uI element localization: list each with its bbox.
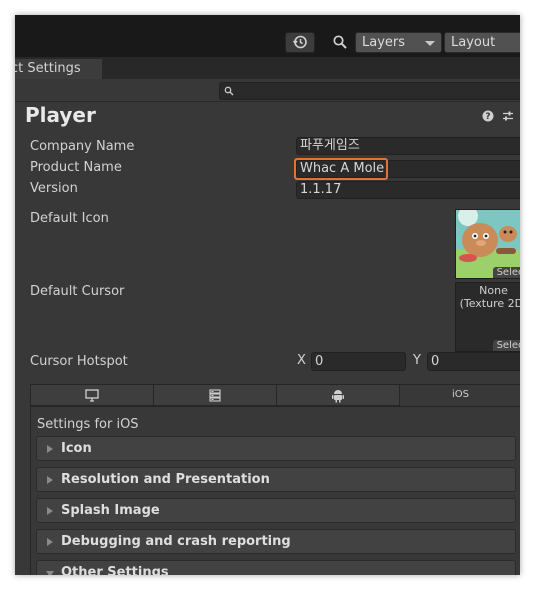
tab-label: ect Settings [15,61,81,76]
history-button[interactable] [285,32,315,53]
default-cursor-label: Default Cursor [30,284,125,299]
search-button[interactable] [325,32,355,53]
default-icon-picker[interactable]: Select [455,209,520,279]
company-name-label: Company Name [30,139,135,154]
tab-bar: ect Settings [15,57,520,79]
section-splash-image[interactable]: Splash Image [36,498,516,523]
hotspot-x-label: X [297,353,306,368]
version-field[interactable]: 1.1.17 [296,181,520,199]
cursor-hotspot-label: Cursor Hotspot [30,354,128,369]
history-icon [292,35,307,49]
search-row [15,79,520,102]
version-label: Version [30,181,78,196]
chevron-right-icon [47,507,53,515]
section-other-settings[interactable]: Other Settings [36,560,516,575]
section-debugging[interactable]: Debugging and crash reporting [36,529,516,554]
monitor-icon [85,389,99,402]
preset-settings-icon[interactable] [502,110,514,122]
android-icon [332,390,344,403]
search-icon [224,86,234,96]
chevron-right-icon [47,538,53,546]
layers-dropdown[interactable]: Layers [355,32,442,53]
server-icon [209,389,221,402]
tab-ios-label: iOS [452,389,469,400]
search-icon [333,35,347,49]
focus-highlight [294,158,388,180]
toolbar: Layers Layout [15,15,520,57]
section-resolution[interactable]: Resolution and Presentation [36,467,516,492]
chevron-down-icon [425,41,435,46]
platform-tabs: iOS [30,384,520,406]
tab-project-settings[interactable]: ect Settings [15,59,102,79]
help-icon[interactable]: ? [482,110,494,122]
default-icon-label: Default Icon [30,211,109,226]
tab-ios[interactable]: iOS [399,384,520,406]
page-title: Player [25,103,96,127]
settings-search-input[interactable] [219,82,520,100]
hotspot-y-label: Y [413,353,421,368]
layers-label: Layers [362,35,406,50]
company-name-field[interactable]: 파푸게임즈 [296,137,520,155]
section-icon[interactable]: Icon [36,436,516,461]
chevron-right-icon [47,445,53,453]
tab-server[interactable] [153,384,277,406]
settings-heading: Settings for iOS [37,417,139,432]
section-label: Other Settings [61,565,169,575]
inspector-window: Layers Layout ect Settings Player ? Comp… [15,15,520,575]
cursor-none-text: None [479,284,508,297]
cursor-select-button[interactable]: Select [493,340,520,351]
section-label: Icon [61,441,92,456]
hotspot-x-field[interactable]: 0 [311,352,406,371]
tab-standalone[interactable] [30,384,154,406]
tab-android[interactable] [276,384,400,406]
chevron-down-icon [46,571,54,575]
cursor-type-text: (Texture 2D) [459,297,520,310]
svg-text:?: ? [485,112,490,122]
layout-label: Layout [451,35,496,50]
icon-select-button[interactable]: Select [493,267,520,278]
section-label: Splash Image [61,503,160,518]
section-label: Resolution and Presentation [61,472,270,487]
section-label: Debugging and crash reporting [61,534,291,549]
default-cursor-picker[interactable]: None (Texture 2D) Select [455,282,520,352]
chevron-right-icon [47,476,53,484]
layout-dropdown[interactable]: Layout [444,32,520,53]
product-name-label: Product Name [30,160,122,175]
hotspot-y-field[interactable]: 0 [427,352,520,371]
